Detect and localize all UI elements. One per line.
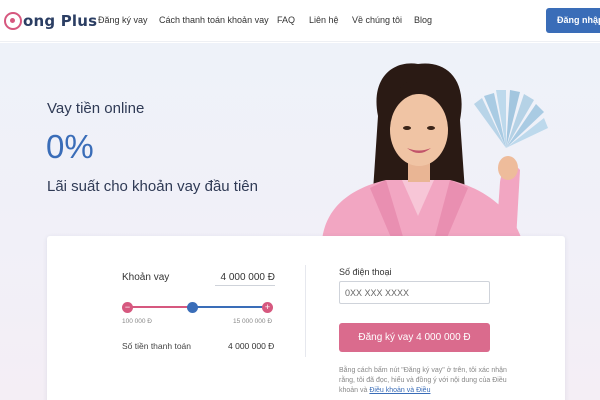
slider-min-label: 100 000 Đ — [122, 318, 152, 325]
minus-icon[interactable]: − — [122, 302, 133, 313]
loan-slider-handle[interactable] — [187, 302, 198, 313]
nav-item-ve-chung-toi[interactable]: Về chúng tôi — [352, 15, 402, 25]
top-navbar: ong Plus Đăng ký vay Cách thanh toán kho… — [0, 0, 600, 42]
nav-item-faq[interactable]: FAQ — [277, 15, 295, 25]
register-loan-button[interactable]: Đăng ký vay 4 000 000 Đ — [339, 323, 490, 352]
hero-woman-with-money-image — [300, 56, 550, 240]
nav-item-dang-ky-vay[interactable]: Đăng ký vay — [98, 15, 148, 25]
loan-amount-label: Khoản vay — [122, 272, 170, 283]
legal-disclaimer: Bằng cách bấm nút "Đăng ký vay" ở trên, … — [339, 366, 507, 396]
logo-d-mark-icon — [4, 12, 22, 30]
hero-small-title: Vay tiền online — [47, 100, 145, 117]
nav-item-lien-he[interactable]: Liên hệ — [309, 15, 339, 25]
payment-amount-label: Số tiền thanh toán — [122, 341, 192, 351]
phone-label: Số điện thoại — [339, 267, 392, 277]
card-divider — [305, 265, 306, 357]
payment-amount-value: 4 000 000 Đ — [228, 341, 275, 351]
logo[interactable]: ong Plus — [4, 9, 97, 33]
hero-interest-rate: 0% — [46, 128, 94, 165]
slider-max-label: 15 000 000 Đ — [233, 318, 273, 325]
plus-icon[interactable]: + — [262, 302, 273, 313]
login-button[interactable]: Đăng nhập — [546, 8, 600, 33]
logo-text: ong Plus — [23, 12, 98, 30]
nav-item-blog[interactable]: Blog — [414, 15, 432, 25]
terms-link[interactable]: Điều khoản và Điều — [369, 387, 430, 394]
loan-amount-value[interactable]: 4 000 000 Đ — [215, 264, 275, 286]
loan-slider-fill — [127, 306, 192, 308]
hero-subtitle: Lãi suất cho khoản vay đầu tiên — [47, 178, 258, 195]
nav-item-cach-thanh-toan[interactable]: Cách thanh toán khoản vay — [159, 15, 269, 25]
phone-input[interactable] — [339, 281, 490, 304]
